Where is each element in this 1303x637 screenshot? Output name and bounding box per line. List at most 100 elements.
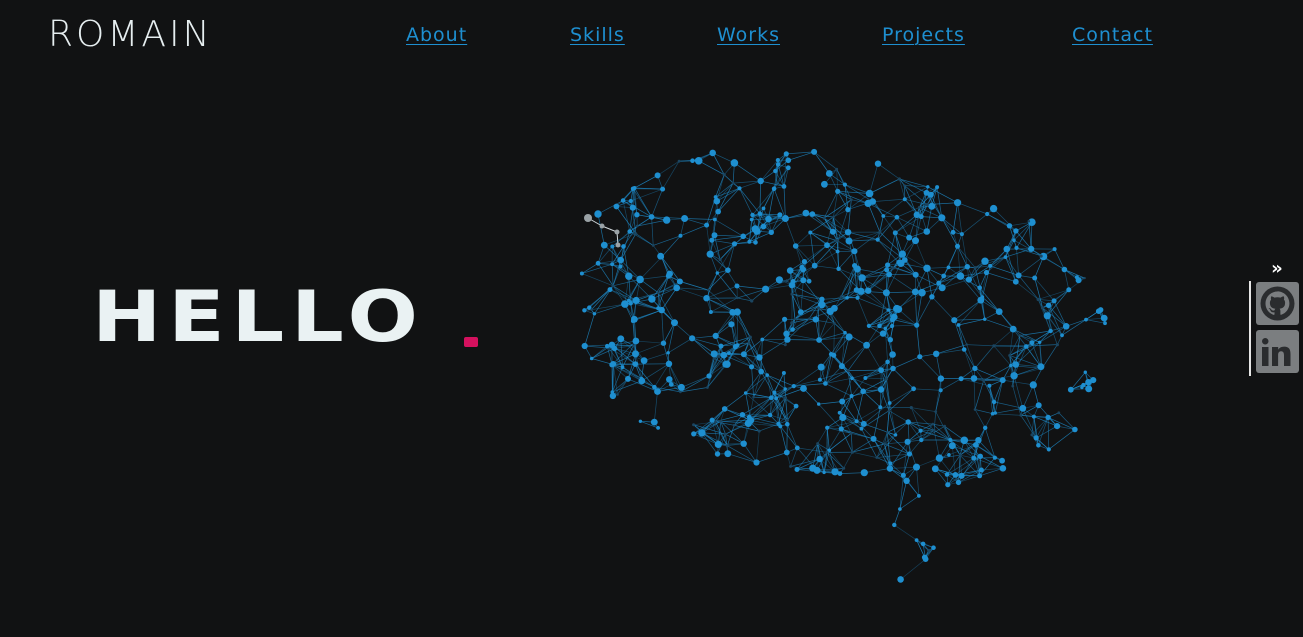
brain-node [1075, 277, 1082, 284]
github-link[interactable] [1256, 282, 1299, 325]
brain-link [863, 402, 890, 425]
brain-node [757, 429, 761, 433]
nav-link-projects[interactable]: Projects [882, 24, 965, 46]
nav-link-works[interactable]: Works [717, 24, 780, 46]
brain-node [706, 250, 714, 258]
brain-node [851, 248, 858, 255]
brain-node [717, 354, 720, 358]
brain-node [809, 211, 816, 217]
brain-node [1014, 245, 1019, 250]
brain-link [883, 215, 896, 234]
brain-node [929, 294, 935, 300]
brain-node [999, 377, 1006, 384]
brain-link [836, 169, 846, 185]
brain-node [613, 203, 620, 210]
brain-node [886, 431, 889, 434]
brain-node [658, 306, 665, 314]
brain-node [714, 451, 721, 457]
brain-link [1038, 289, 1069, 300]
brain-node [765, 373, 769, 377]
brain-node [947, 453, 951, 457]
brain-node [689, 335, 696, 342]
brain-node [825, 425, 830, 430]
brain-link [612, 378, 629, 397]
brain-node [822, 470, 826, 475]
nav-link-skills[interactable]: Skills [570, 24, 625, 46]
brain-link [591, 345, 608, 359]
brain-node [730, 159, 739, 167]
brain-node [860, 420, 867, 427]
brain-link [732, 312, 738, 346]
brain-node [813, 466, 821, 474]
brain-node [634, 232, 638, 235]
brain-link [756, 431, 760, 463]
brain-node [692, 423, 696, 427]
brain-node [898, 250, 906, 258]
brain-link [634, 175, 658, 189]
linkedin-link[interactable] [1256, 330, 1299, 373]
brain-link [936, 349, 965, 355]
brain-node [774, 396, 778, 401]
brain-node [941, 273, 947, 279]
brain-node [870, 435, 877, 442]
brain-node [710, 350, 718, 358]
brain-node [677, 383, 685, 391]
brain-node [845, 207, 851, 213]
brain-node [792, 243, 799, 249]
nav-link-about[interactable]: About [406, 24, 467, 46]
brain-link [723, 174, 740, 189]
brain-node [983, 269, 990, 276]
brain-link [843, 452, 853, 469]
brain-node [839, 398, 846, 405]
brain-node [1035, 402, 1042, 409]
hero-accent-dot [464, 337, 478, 347]
brain-node [906, 234, 913, 241]
brain-node [1084, 317, 1088, 322]
brain-node [887, 401, 892, 405]
brain-node [793, 403, 799, 409]
brain-node [886, 271, 892, 278]
brain-node [885, 359, 890, 365]
brain-node [793, 317, 797, 321]
brain-node [767, 412, 773, 418]
brain-node [1103, 321, 1107, 326]
brain-link [876, 453, 910, 458]
brain-node [668, 382, 674, 387]
brain-node [725, 444, 729, 448]
brain-node [983, 317, 987, 321]
brain-link [919, 356, 942, 379]
brain-link [813, 151, 830, 174]
brain-link [957, 202, 963, 235]
brain-link [877, 163, 900, 180]
brain-link [793, 366, 822, 387]
brain-node [892, 230, 898, 236]
brain-node [977, 453, 983, 459]
brain-node [715, 271, 719, 275]
brain-node [749, 217, 754, 222]
brain-node [944, 472, 950, 477]
brain-node [638, 419, 643, 423]
brain-node [1008, 354, 1012, 357]
brain-node [706, 386, 709, 389]
brain-node [592, 312, 597, 316]
brain-link [848, 231, 878, 240]
brain-link [884, 443, 910, 455]
brain-node [605, 343, 610, 349]
brain-node [783, 151, 789, 157]
brain-node [794, 467, 800, 472]
brain-link [786, 424, 798, 449]
brain-node [811, 262, 818, 269]
nav-link-contact[interactable]: Contact [1072, 24, 1153, 46]
brain-node [817, 363, 825, 371]
brain-node [954, 199, 962, 207]
brain-link [684, 218, 715, 220]
brain-node [654, 172, 661, 179]
brain-link [613, 279, 641, 287]
brain-node [608, 341, 616, 348]
brain-node [850, 450, 854, 454]
brain-node [783, 343, 787, 347]
brain-node [1095, 308, 1102, 314]
brain-node [1037, 363, 1045, 371]
social-toggle-icon[interactable]: » [1266, 258, 1288, 280]
brain-node [932, 428, 936, 432]
